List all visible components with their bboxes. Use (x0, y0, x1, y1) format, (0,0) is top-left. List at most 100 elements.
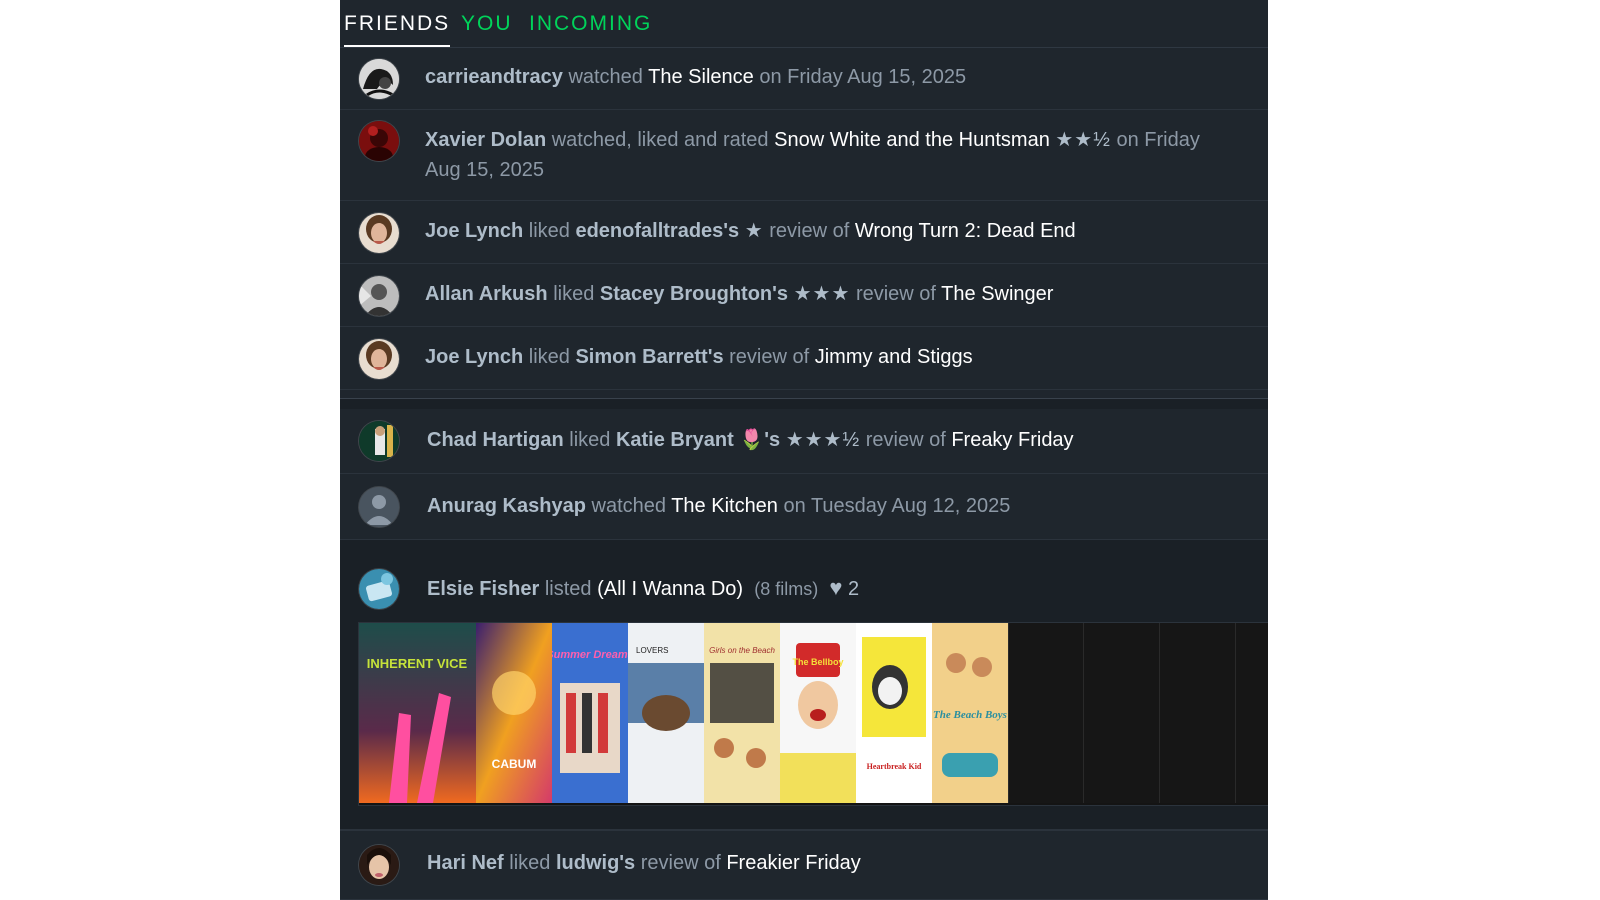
activity-verb: listed (544, 578, 592, 600)
film-link[interactable]: The Swinger (941, 283, 1053, 305)
avatar[interactable] (359, 421, 399, 461)
activity-date-cont: Aug 15, 2025 (425, 159, 544, 181)
reviewer-link[interactable]: Simon Barrett's (575, 346, 723, 368)
activity-row: Joe Lynch liked edenofalltrades's ★ revi… (340, 201, 1268, 264)
reviewer-name: Katie Bryant (615, 429, 734, 451)
film-link[interactable]: Wrong Turn 2: Dead End (855, 220, 1076, 242)
activity-date: on Friday (1116, 129, 1200, 151)
activity-tabs: FRIENDS YOU INCOMING (340, 0, 1268, 48)
star-rating: ★★★ (793, 283, 851, 305)
poster-title: INHERENT VICE (367, 656, 468, 671)
username-link[interactable]: Allan Arkush (425, 283, 548, 305)
username-link[interactable]: Joe Lynch (425, 346, 523, 368)
film-link[interactable]: The Kitchen (671, 495, 778, 517)
activity-row: Hari Nef liked ludwig's review of Freaki… (340, 830, 1268, 900)
list-name-link[interactable]: (All I Wanna Do) (597, 578, 743, 600)
activity-verb: watched, liked and rated (551, 129, 769, 151)
film-link[interactable]: Freaky Friday (951, 429, 1073, 451)
activity-verb: watched (591, 495, 667, 517)
reviewer-link[interactable]: Katie Bryant 🌷's (616, 429, 780, 451)
tulip-emoji: 🌷 (739, 429, 765, 451)
poster[interactable]: The Beach Boys (932, 623, 1009, 803)
reviewer-link[interactable]: ludwig's (556, 852, 635, 874)
poster-title: Girls on the Beach (709, 646, 775, 655)
star-rating: ★★½ (1055, 129, 1111, 151)
poster[interactable]: CABUM (476, 623, 553, 803)
activity-row: carrieandtracy watched The Silence on Fr… (340, 47, 1268, 110)
poster[interactable]: LOVERS (628, 623, 705, 803)
like-count: 2 (847, 578, 860, 600)
poster-title: CABUM (492, 757, 537, 771)
film-link[interactable]: The Silence (648, 66, 754, 88)
activity-row: Joe Lynch liked Simon Barrett's review o… (340, 327, 1268, 390)
username-link[interactable]: carrieandtracy (425, 66, 563, 88)
poster[interactable]: Girls on the Beach (704, 623, 781, 803)
avatar[interactable] (359, 845, 399, 885)
activity-panel: FRIENDS YOU INCOMING carrieandtracy watc… (340, 0, 1268, 900)
poster[interactable]: The Bellboy (780, 623, 857, 803)
review-of-text: review of (729, 346, 810, 368)
activity-text: Chad Hartigan liked Katie Bryant 🌷's ★★★… (427, 425, 1074, 455)
activity-verb: liked (553, 283, 595, 305)
tab-you[interactable]: YOU (461, 12, 513, 45)
poster-title: Heartbreak Kid (867, 762, 922, 771)
film-link[interactable]: Jimmy and Stiggs (815, 346, 973, 368)
avatar[interactable] (359, 121, 399, 161)
activity-date: on Friday Aug 15, 2025 (759, 66, 967, 88)
activity-text: Allan Arkush liked Stacey Broughton's ★★… (425, 279, 1053, 309)
activity-verb: liked (509, 852, 551, 874)
activity-text: Xavier Dolan watched, liked and rated Sn… (425, 125, 1245, 185)
film-link[interactable]: Freakier Friday (726, 852, 860, 874)
empty-poster-slot (1235, 623, 1268, 803)
possessive-suffix: 's (764, 429, 781, 451)
activity-verb: liked (569, 429, 611, 451)
avatar[interactable] (359, 276, 399, 316)
empty-poster-slot (1008, 623, 1084, 803)
person-silhouette-icon (359, 487, 399, 527)
activity-verb: liked (528, 346, 570, 368)
activity-text: Elsie Fisher listed (All I Wanna Do) (8 … (427, 573, 859, 604)
avatar[interactable] (359, 569, 399, 609)
activity-row: Anurag Kashyap watched The Kitchen on Tu… (340, 474, 1268, 540)
avatar[interactable] (359, 339, 399, 379)
poster-title: LOVERS (636, 646, 668, 655)
poster[interactable]: INHERENT VICE (359, 623, 477, 803)
avatar[interactable] (359, 59, 399, 99)
empty-poster-slot (1159, 623, 1236, 803)
reviewer-link[interactable]: edenofalltrades's (575, 220, 739, 242)
username-link[interactable]: Xavier Dolan (425, 129, 546, 151)
review-of-text: review of (640, 852, 721, 874)
username-link[interactable]: Joe Lynch (425, 220, 523, 242)
username-link[interactable]: Elsie Fisher (427, 578, 539, 600)
tab-incoming[interactable]: INCOMING (529, 12, 652, 45)
star-rating: ★★★½ (785, 429, 861, 451)
star-rating: ★ (744, 220, 764, 242)
activity-row: Allan Arkush liked Stacey Broughton's ★★… (340, 264, 1268, 327)
reviewer-link[interactable]: Stacey Broughton's (600, 283, 788, 305)
username-link[interactable]: Anurag Kashyap (427, 495, 586, 517)
activity-text: Hari Nef liked ludwig's review of Freaki… (427, 848, 861, 878)
activity-row: Xavier Dolan watched, liked and rated Sn… (340, 110, 1268, 201)
username-link[interactable]: Chad Hartigan (427, 429, 564, 451)
review-of-text: review of (855, 283, 936, 305)
activity-verb: watched (568, 66, 643, 88)
activity-text: Joe Lynch liked Simon Barrett's review o… (425, 342, 973, 372)
review-of-text: review of (769, 220, 850, 242)
activity-date: on Tuesday Aug 12, 2025 (783, 495, 1011, 517)
list-posters: INHERENT VICE CABUM Summer Dreams (358, 622, 1268, 806)
poster-title: The Bellboy (792, 657, 843, 667)
avatar[interactable] (359, 213, 399, 253)
poster-title: Summer Dreams (552, 649, 628, 661)
poster[interactable]: Heartbreak Kid (856, 623, 933, 803)
activity-row: Chad Hartigan liked Katie Bryant 🌷's ★★★… (340, 408, 1268, 474)
heart-icon[interactable]: ♥ (829, 575, 842, 600)
empty-poster-slot (1083, 623, 1160, 803)
username-link[interactable]: Hari Nef (427, 852, 504, 874)
default-avatar[interactable] (359, 487, 399, 527)
film-link[interactable]: Snow White and the Huntsman (774, 129, 1050, 151)
tab-friends[interactable]: FRIENDS (344, 12, 451, 47)
activity-verb: liked (528, 220, 570, 242)
poster[interactable]: Summer Dreams (552, 623, 629, 803)
review-of-text: review of (865, 429, 946, 451)
activity-text: carrieandtracy watched The Silence on Fr… (425, 62, 966, 92)
